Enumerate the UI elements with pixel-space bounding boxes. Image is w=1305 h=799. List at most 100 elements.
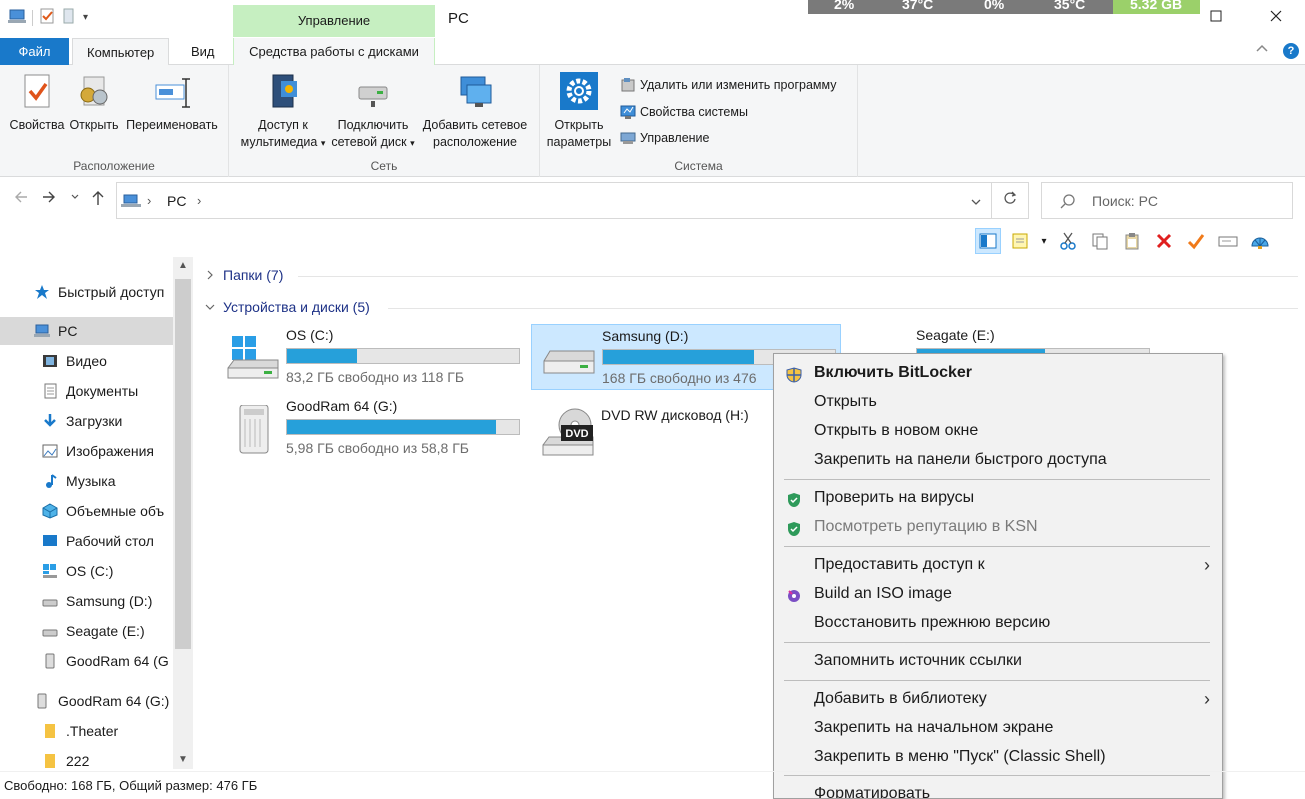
refresh-button[interactable] <box>991 182 1029 219</box>
menu-item-add-to-library[interactable]: Добавить в библиотеку › <box>774 685 1222 713</box>
close-button[interactable] <box>1266 8 1286 28</box>
new-folder-icon[interactable] <box>61 8 77 27</box>
map-network-drive-button[interactable]: Подключить сетевой диск ▾ <box>331 71 415 152</box>
properties-button[interactable]: Свойства <box>6 71 68 134</box>
menu-item-ksn-reputation[interactable]: Посмотреть репутацию в KSN <box>774 513 1222 541</box>
breadcrumb-pc[interactable]: PC <box>167 193 186 209</box>
cut-icon[interactable] <box>1055 228 1081 254</box>
preview-pane-icon[interactable] <box>975 228 1001 254</box>
back-button[interactable] <box>14 190 28 209</box>
note-icon[interactable] <box>1007 228 1033 254</box>
tab-disk-tools[interactable]: Средства работы с дисками <box>233 38 435 66</box>
menu-item-pin-classic-shell[interactable]: Закрепить в меню "Пуск" (Classic Shell) <box>774 743 1222 771</box>
menu-item-restore-previous[interactable]: Восстановить прежнюю версию <box>774 609 1222 637</box>
drive-name: Seagate (E:) <box>916 327 995 343</box>
menu-item-share-with[interactable]: Предоставить доступ к › <box>774 551 1222 579</box>
dropdown-arrow-icon: ▾ <box>410 138 415 148</box>
menu-item-open-new-window[interactable]: Открыть в новом окне <box>774 417 1222 445</box>
sidebar-item-pc[interactable]: PC <box>0 317 173 345</box>
download-icon <box>42 413 58 429</box>
tab-computer[interactable]: Компьютер <box>72 38 170 66</box>
menu-item-open[interactable]: Открыть <box>774 388 1222 416</box>
search-icon <box>1060 193 1076 212</box>
sidebar-item-drive-c[interactable]: OS (C:) <box>0 557 173 585</box>
add-network-location-button[interactable]: Добавить сетевое расположение <box>417 71 533 151</box>
shell-icon[interactable] <box>1247 228 1273 254</box>
drive-free-space: 5,98 ГБ свободно из 58,8 ГБ <box>286 440 469 456</box>
scroll-thumb[interactable] <box>175 279 191 649</box>
open-settings-button[interactable]: Открыть параметры <box>544 71 614 151</box>
forward-button[interactable] <box>42 190 56 209</box>
performance-widget: 2% 37°C 0% 35°C 5.32 GB <box>808 0 1200 14</box>
open-button[interactable]: Открыть <box>68 71 120 134</box>
search-box[interactable]: Поиск: PC <box>1041 182 1293 219</box>
menu-item-scan-viruses[interactable]: Проверить на вирусы <box>774 484 1222 512</box>
extra-toolbar: ▾ <box>975 226 1273 256</box>
sidebar-scrollbar[interactable]: ▲ ▼ <box>173 257 193 769</box>
sidebar-item-drive-d[interactable]: Samsung (D:) <box>0 587 173 615</box>
sidebar-item-desktop[interactable]: Рабочий стол <box>0 527 173 555</box>
computer-management-button[interactable]: Управление <box>620 130 710 146</box>
dropdown-arrow-icon[interactable]: ▾ <box>1039 228 1049 254</box>
search-input[interactable]: Поиск: PC <box>1092 193 1158 209</box>
maximize-button[interactable] <box>1206 8 1226 28</box>
customize-qat-icon[interactable]: ▾ <box>83 12 88 23</box>
settings-gear-icon <box>559 71 599 111</box>
scroll-down-icon[interactable]: ▼ <box>173 751 193 769</box>
folders-group-header[interactable]: Папки (7) <box>205 267 283 283</box>
paste-icon[interactable] <box>1119 228 1145 254</box>
cpu-load: 2% <box>834 0 855 12</box>
navigation-bar: › PC › Поиск: PC <box>0 182 1305 220</box>
context-tab-manage[interactable]: Управление <box>233 5 435 37</box>
sidebar-item-drive-e[interactable]: Seagate (E:) <box>0 617 173 645</box>
computer-icon <box>34 323 50 339</box>
sidebar-item-222[interactable]: 222 <box>0 747 173 769</box>
drive-usage-bar <box>286 419 520 435</box>
menu-item-pin-start[interactable]: Закрепить на начальном экране <box>774 714 1222 742</box>
sidebar-item-music[interactable]: Музыка <box>0 467 173 495</box>
breadcrumb-separator-icon[interactable]: › <box>197 193 201 208</box>
help-icon[interactable]: ? <box>1283 43 1299 59</box>
tab-file[interactable]: Файл <box>0 38 69 65</box>
tab-view[interactable]: Вид <box>177 38 229 66</box>
chevron-right-icon <box>205 267 215 283</box>
menu-item-remember-link-source[interactable]: Запомнить источник ссылки <box>774 647 1222 675</box>
devices-group-header[interactable]: Устройства и диски (5) <box>205 299 370 315</box>
sidebar-item-video[interactable]: Видео <box>0 347 173 375</box>
sidebar-item-downloads[interactable]: Загрузки <box>0 407 173 435</box>
gpu-load: 0% <box>984 0 1005 12</box>
sidebar-item-documents[interactable]: Документы <box>0 377 173 405</box>
system-properties-button[interactable]: Свойства системы <box>620 104 748 120</box>
uninstall-program-button[interactable]: Удалить или изменить программу <box>620 77 837 93</box>
sidebar-item-3d-objects[interactable]: Объемные объ <box>0 497 173 525</box>
recent-locations-button[interactable] <box>70 192 80 205</box>
group-system: Открыть параметры Удалить или изменить п… <box>540 65 858 177</box>
drive-g-tile[interactable]: GoodRam 64 (G:) 5,98 ГБ свободно из 58,8… <box>216 395 526 461</box>
menu-item-pin-quick-access[interactable]: Закрепить на панели быстрого доступа <box>774 446 1222 474</box>
delete-icon[interactable] <box>1151 228 1177 254</box>
usb-drive-icon <box>226 404 280 455</box>
rename-field-icon[interactable] <box>1215 228 1241 254</box>
sidebar-item-theater[interactable]: .Theater <box>0 717 173 745</box>
sidebar-item-pictures[interactable]: Изображения <box>0 437 173 465</box>
sidebar-item-quick-access[interactable]: Быстрый доступ <box>0 278 173 306</box>
kaspersky-shield-icon <box>786 490 802 507</box>
collapse-ribbon-icon[interactable] <box>1256 41 1268 57</box>
media-access-button[interactable]: Доступ к мультимедиа ▾ <box>233 71 333 152</box>
menu-item-build-iso[interactable]: Build an ISO image <box>774 580 1222 608</box>
address-bar[interactable]: › PC › <box>116 182 992 219</box>
properties-icon[interactable] <box>39 8 55 27</box>
address-dropdown-icon[interactable] <box>971 195 981 210</box>
sidebar-item-goodram[interactable]: GoodRam 64 (G:) <box>0 687 173 715</box>
up-button[interactable] <box>91 190 105 211</box>
copy-icon[interactable] <box>1087 228 1113 254</box>
navigation-pane: Быстрый доступ PC Видео Документы Загруз… <box>0 257 193 769</box>
rename-button[interactable]: Переименовать <box>122 71 222 134</box>
sidebar-item-drive-g[interactable]: GoodRam 64 (G <box>0 647 173 675</box>
uninstall-icon <box>620 77 636 93</box>
scroll-up-icon[interactable]: ▲ <box>173 257 193 275</box>
checkmark-icon[interactable] <box>1183 228 1209 254</box>
drive-free-space: 83,2 ГБ свободно из 118 ГБ <box>286 369 465 385</box>
drive-c-tile[interactable]: OS (C:) 83,2 ГБ свободно из 118 ГБ <box>216 324 526 390</box>
menu-item-bitlocker[interactable]: Включить BitLocker <box>774 359 1222 387</box>
